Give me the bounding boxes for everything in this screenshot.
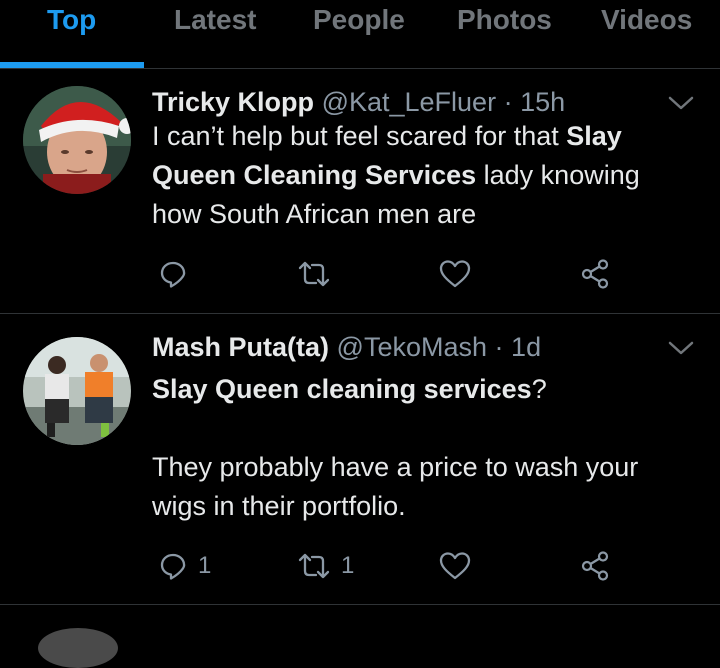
- author-name[interactable]: Tricky Klopp: [152, 87, 314, 117]
- tweet-text-part: I can’t help but feel scared for that: [152, 121, 567, 151]
- tab-photos[interactable]: Photos: [457, 4, 552, 40]
- share-button[interactable]: [580, 546, 612, 586]
- like-button[interactable]: [439, 546, 481, 586]
- reply-icon: [158, 259, 188, 289]
- retweet-button[interactable]: 1: [297, 546, 354, 586]
- share-icon: [580, 258, 612, 290]
- tab-videos[interactable]: Videos: [601, 4, 692, 40]
- avatar[interactable]: [23, 337, 131, 445]
- timestamp[interactable]: 15h: [520, 87, 565, 117]
- tweet-actions: 1 1: [152, 546, 632, 586]
- separator: ·: [503, 87, 513, 117]
- tab-latest[interactable]: Latest: [174, 4, 256, 40]
- reply-count: 1: [198, 552, 212, 579]
- tweet-text-bold: Slay Queen cleaning services: [152, 374, 532, 404]
- author-handle[interactable]: @TekoMash: [337, 332, 487, 362]
- tweet-text: I can’t help but feel scared for that Sl…: [152, 117, 692, 234]
- tweet[interactable]: Mash Puta(ta) @TekoMash · 1d Slay Queen …: [0, 314, 720, 605]
- reply-button[interactable]: 1: [158, 546, 211, 586]
- chevron-down-icon[interactable]: [666, 336, 696, 360]
- retweet-button[interactable]: [297, 254, 341, 294]
- avatar[interactable]: [23, 86, 131, 194]
- like-button[interactable]: [439, 254, 481, 294]
- retweet-count: 1: [341, 552, 355, 579]
- tweet-header: Tricky Klopp @Kat_LeFluer · 15h: [152, 85, 565, 119]
- separator: ·: [494, 332, 504, 362]
- tweet-text-part: ?: [531, 374, 547, 404]
- retweet-icon: [297, 551, 331, 581]
- reply-icon: [158, 551, 188, 581]
- retweet-icon: [297, 259, 331, 289]
- tweet-header: Mash Puta(ta) @TekoMash · 1d: [152, 330, 541, 364]
- like-icon: [439, 259, 471, 289]
- tweet[interactable]: Tricky Klopp @Kat_LeFluer · 15h I can’t …: [0, 69, 720, 314]
- tweet-text: Slay Queen cleaning services?: [152, 370, 692, 409]
- next-tweet-avatar-partial: [38, 628, 118, 668]
- active-tab-indicator: [0, 62, 144, 68]
- author-handle[interactable]: @Kat_LeFluer: [322, 87, 497, 117]
- share-icon: [580, 550, 612, 582]
- tab-top[interactable]: Top: [47, 4, 96, 40]
- search-tabs: Top Latest People Photos Videos: [0, 0, 720, 69]
- tweet-text-paragraph: They probably have a price to wash your …: [152, 452, 639, 521]
- timestamp[interactable]: 1d: [511, 332, 541, 362]
- share-button[interactable]: [580, 254, 612, 294]
- chevron-down-icon[interactable]: [666, 91, 696, 115]
- like-icon: [439, 551, 471, 581]
- tweet-actions: [152, 254, 632, 294]
- reply-button[interactable]: [158, 254, 198, 294]
- author-name[interactable]: Mash Puta(ta): [152, 332, 329, 362]
- tab-people[interactable]: People: [313, 4, 405, 40]
